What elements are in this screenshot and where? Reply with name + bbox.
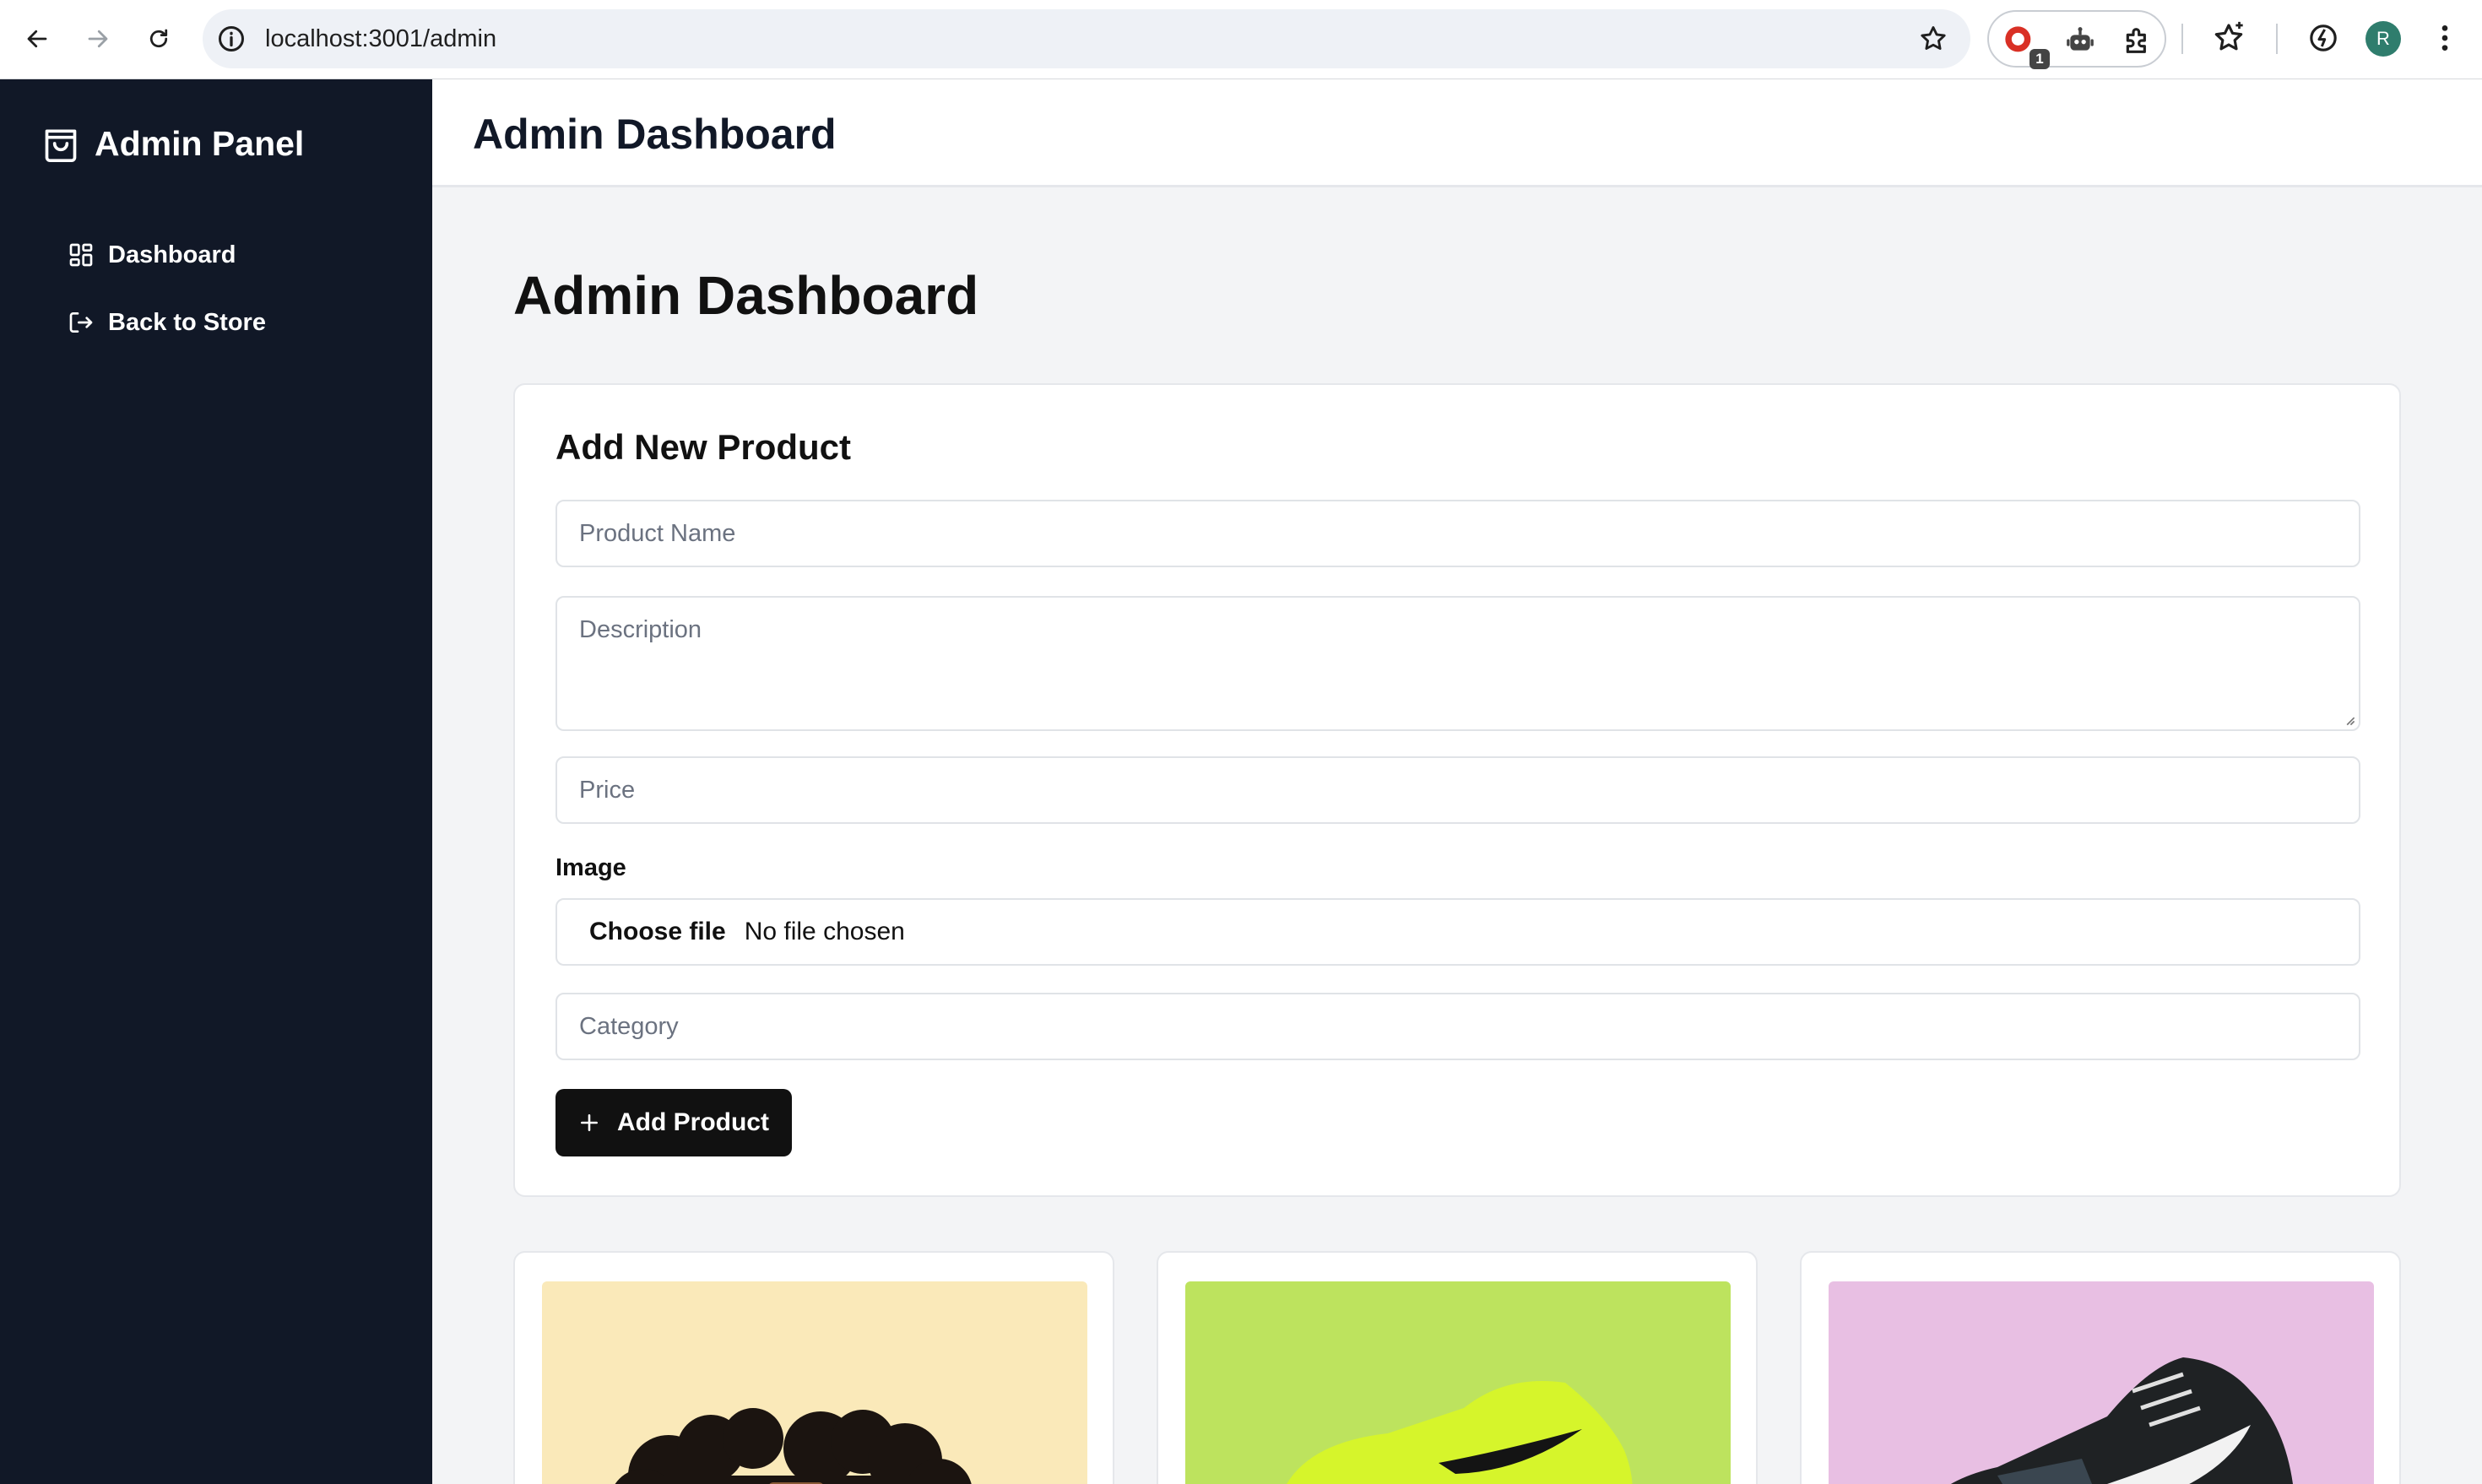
site-info-icon[interactable] — [216, 24, 247, 54]
bookmarks-star-icon[interactable] — [2212, 21, 2246, 55]
product-image[interactable] — [1185, 1281, 1731, 1484]
product-card[interactable] — [1157, 1251, 1758, 1484]
image-file-input[interactable]: Choose file No file chosen — [555, 898, 2360, 966]
product-name-input[interactable]: Product Name — [555, 500, 2360, 567]
bookmark-star-icon[interactable] — [1918, 24, 1948, 54]
price-input[interactable]: Price — [555, 756, 2360, 824]
sidebar-item-label: Dashboard — [108, 241, 236, 268]
robot-icon — [2067, 27, 2094, 51]
grid-icon — [69, 243, 93, 267]
extensions-menu-button[interactable] — [2121, 24, 2154, 57]
toolbar-divider — [2276, 24, 2278, 54]
sneaker-green-icon — [1287, 1381, 1633, 1484]
brand[interactable]: Admin Panel — [42, 123, 304, 164]
sneaker-black-icon — [1951, 1357, 2293, 1484]
performance-icon[interactable] — [2306, 21, 2340, 55]
add-product-label: Add Product — [617, 1108, 769, 1136]
description-placeholder: Description — [579, 616, 702, 643]
page-title: Admin Dashboard — [513, 265, 979, 326]
plus-icon — [581, 1114, 598, 1131]
address-bar[interactable]: localhost:3001/admin — [203, 9, 1970, 68]
extensions-group: 1 — [1987, 10, 2166, 69]
arrow-right-icon — [88, 30, 108, 48]
choose-file-button[interactable]: Choose file — [589, 918, 726, 946]
top-header: Admin Dashboard — [432, 79, 2482, 187]
reload-icon — [149, 29, 168, 48]
puzzle-icon — [2126, 28, 2146, 53]
arrow-left-icon — [27, 30, 47, 48]
header-title: Admin Dashboard — [473, 111, 837, 158]
sidebar-item-label: Back to Store — [108, 308, 266, 336]
product-card[interactable] — [513, 1251, 1114, 1484]
form-heading: Add New Product — [555, 427, 852, 467]
image-label: Image — [555, 854, 626, 881]
add-product-form: Add New Product Product Name Description… — [513, 383, 2401, 1197]
sidebar: Admin Panel Dashboard Back to Store — [0, 79, 432, 1484]
extension-robot-button[interactable] — [2063, 24, 2097, 57]
extension-badge: 1 — [2029, 49, 2050, 69]
more-vertical-icon[interactable] — [2428, 21, 2462, 55]
sidebar-item-dashboard[interactable]: Dashboard — [68, 233, 236, 277]
brand-title: Admin Panel — [95, 123, 305, 163]
forward-button[interactable] — [76, 17, 120, 61]
file-status: No file chosen — [744, 918, 905, 945]
toolbar-divider — [2181, 24, 2183, 54]
back-button[interactable] — [15, 17, 59, 61]
resize-handle-icon[interactable] — [2344, 714, 2355, 726]
logout-icon — [69, 312, 93, 333]
extension-record-button[interactable]: 1 — [2002, 24, 2050, 69]
reload-button[interactable] — [137, 17, 181, 61]
character-illustration-icon — [615, 1408, 972, 1484]
sidebar-item-back-to-store[interactable]: Back to Store — [68, 301, 266, 344]
profile-avatar[interactable]: R — [2365, 21, 2401, 57]
browser-toolbar: localhost:3001/admin 1 R — [0, 0, 2482, 79]
product-image[interactable] — [542, 1281, 1087, 1484]
url-text[interactable]: localhost:3001/admin — [265, 9, 496, 68]
product-card[interactable] — [1800, 1251, 2401, 1484]
category-input[interactable]: Category — [555, 993, 2360, 1060]
add-product-button[interactable]: Add Product — [555, 1089, 792, 1156]
product-image[interactable] — [1829, 1281, 2374, 1484]
shopping-bag-icon — [45, 129, 77, 162]
description-textarea[interactable]: Description — [555, 596, 2360, 731]
